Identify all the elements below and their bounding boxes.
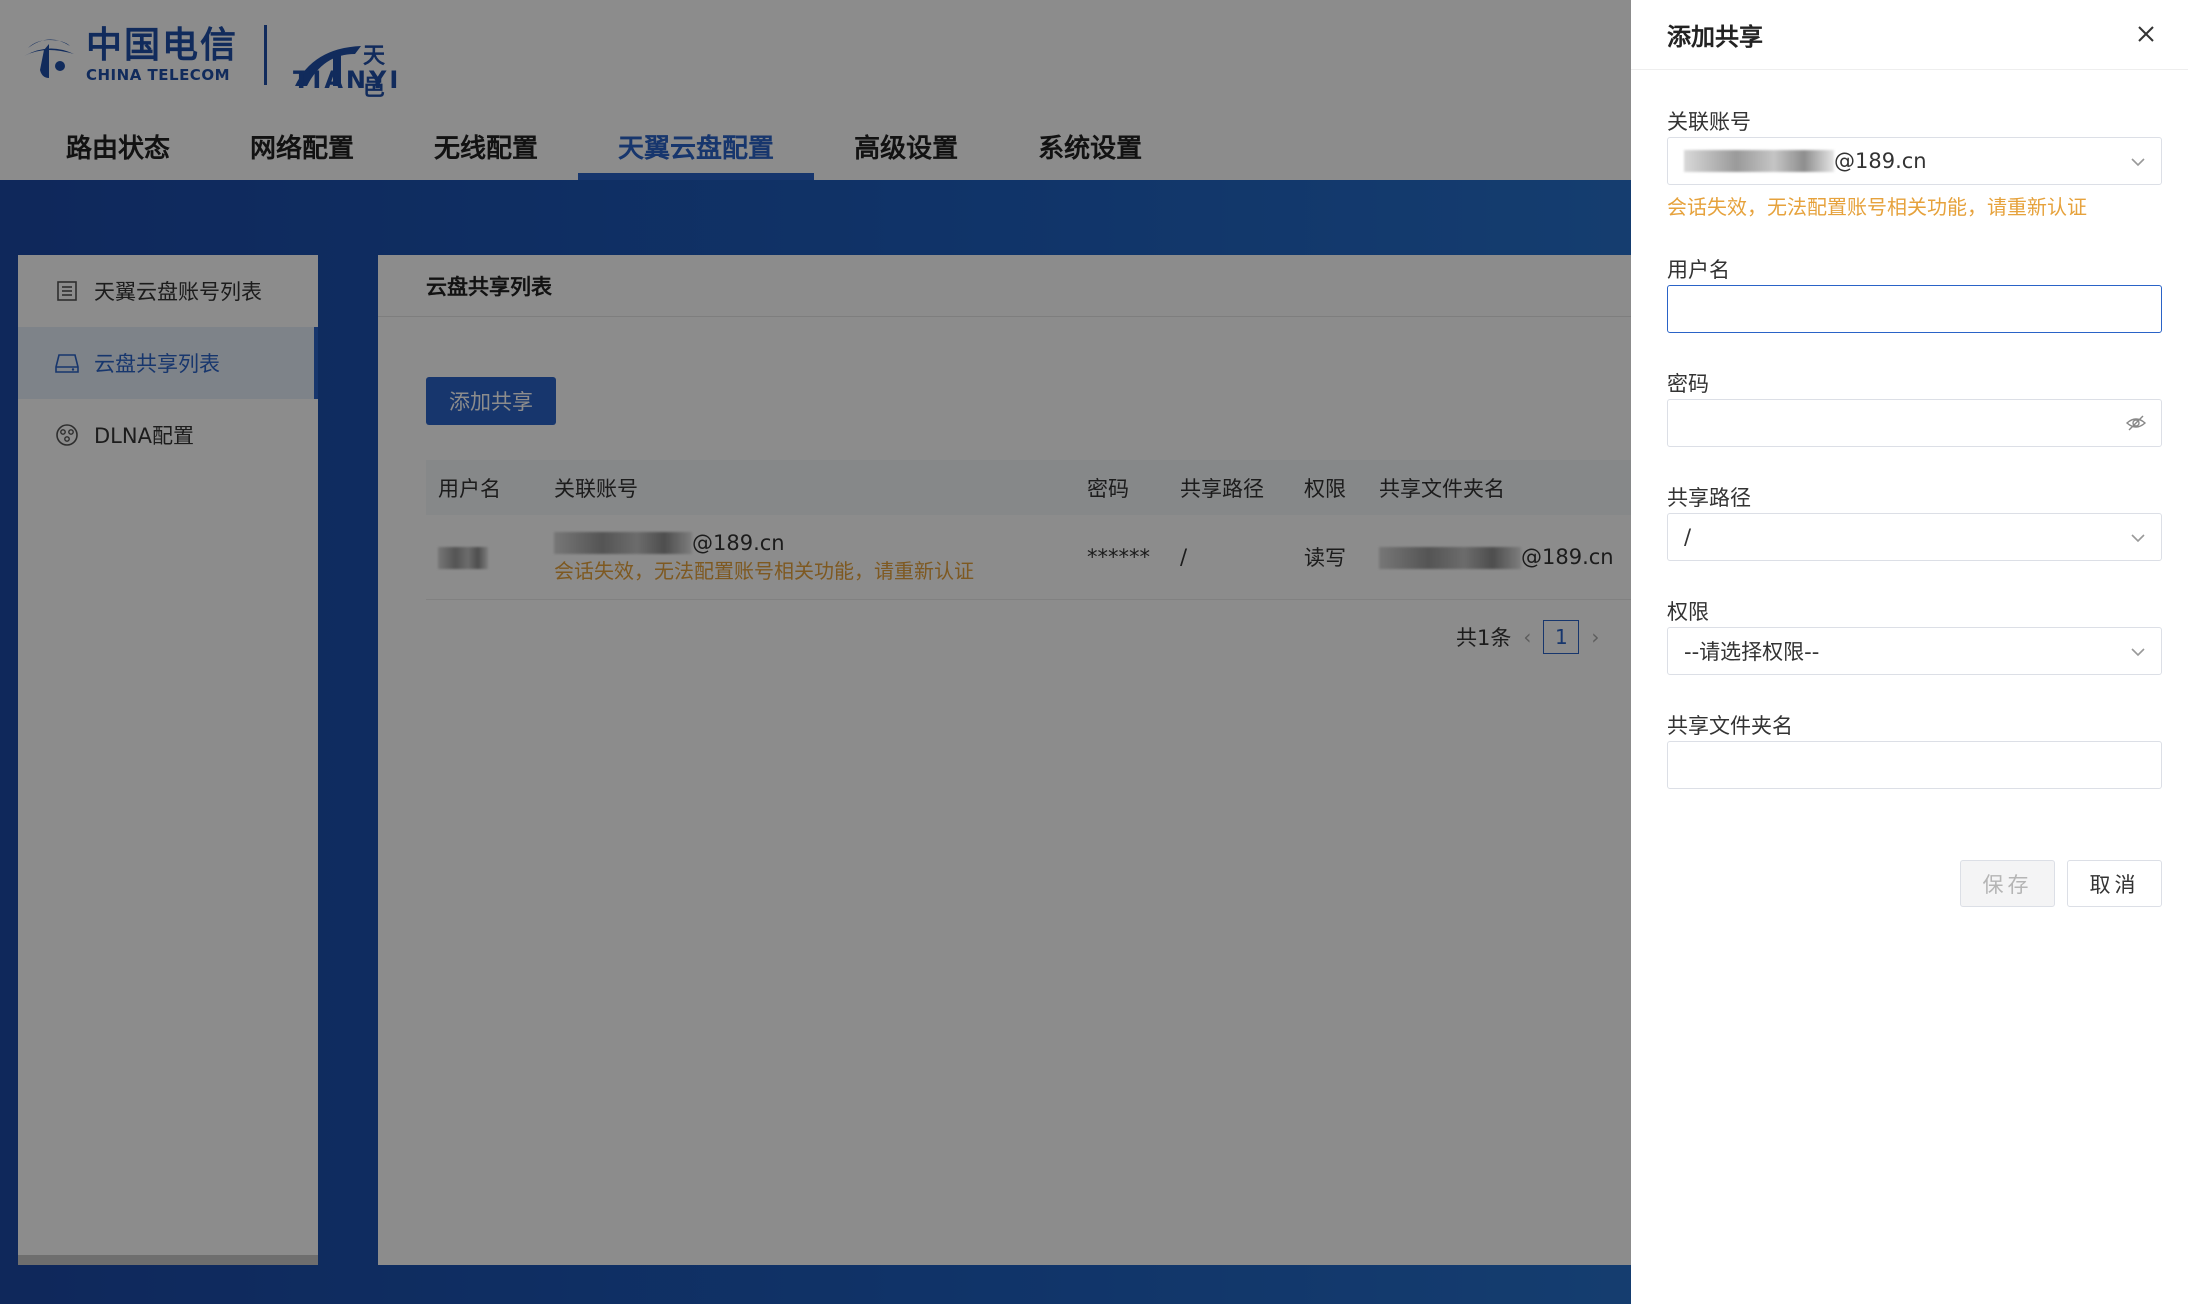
add-share-drawer: 添加共享 关联账号 @189.cn 会话失效，无法配置账号相关功能，请重新认证 …	[1631, 0, 2188, 1304]
account-value-suffix: @189.cn	[1834, 149, 1927, 173]
drawer-header: 添加共享	[1631, 0, 2188, 70]
folder-name-input[interactable]	[1684, 742, 2161, 788]
password-input[interactable]	[1684, 400, 2161, 446]
eye-hidden-icon[interactable]	[2125, 412, 2147, 434]
chevron-down-icon	[2131, 534, 2145, 543]
drawer-title: 添加共享	[1667, 23, 1763, 51]
permission-select[interactable]: --请选择权限--	[1667, 627, 2162, 675]
password-input-wrapper	[1667, 399, 2162, 447]
account-select[interactable]: @189.cn	[1667, 137, 2162, 185]
folder-name-label: 共享文件夹名	[1667, 714, 1793, 738]
close-icon[interactable]	[2128, 16, 2164, 52]
cancel-button[interactable]: 取消	[2067, 860, 2162, 907]
password-label: 密码	[1667, 372, 1709, 396]
folder-name-field: 共享文件夹名	[1667, 711, 2162, 789]
redacted-account	[1684, 150, 1834, 172]
permission-field: 权限 --请选择权限--	[1667, 597, 2162, 675]
share-path-field: 共享路径 /	[1667, 483, 2162, 561]
share-path-label: 共享路径	[1667, 486, 1751, 510]
username-input-wrapper	[1667, 285, 2162, 333]
share-path-value: /	[1684, 525, 1692, 549]
chevron-down-icon	[2131, 158, 2145, 167]
account-field: 关联账号 @189.cn 会话失效，无法配置账号相关功能，请重新认证	[1667, 107, 2162, 220]
username-label: 用户名	[1667, 258, 1730, 282]
permission-label: 权限	[1667, 600, 1709, 624]
share-path-select[interactable]: /	[1667, 513, 2162, 561]
account-warning: 会话失效，无法配置账号相关功能，请重新认证	[1667, 195, 2087, 219]
folder-name-input-wrapper	[1667, 741, 2162, 789]
password-field: 密码	[1667, 369, 2162, 447]
username-field: 用户名	[1667, 255, 2162, 333]
account-label: 关联账号	[1667, 110, 1751, 134]
permission-value: --请选择权限--	[1684, 640, 1820, 664]
save-button[interactable]: 保存	[1960, 860, 2055, 907]
username-input[interactable]	[1684, 286, 2161, 332]
chevron-down-icon	[2131, 648, 2145, 657]
